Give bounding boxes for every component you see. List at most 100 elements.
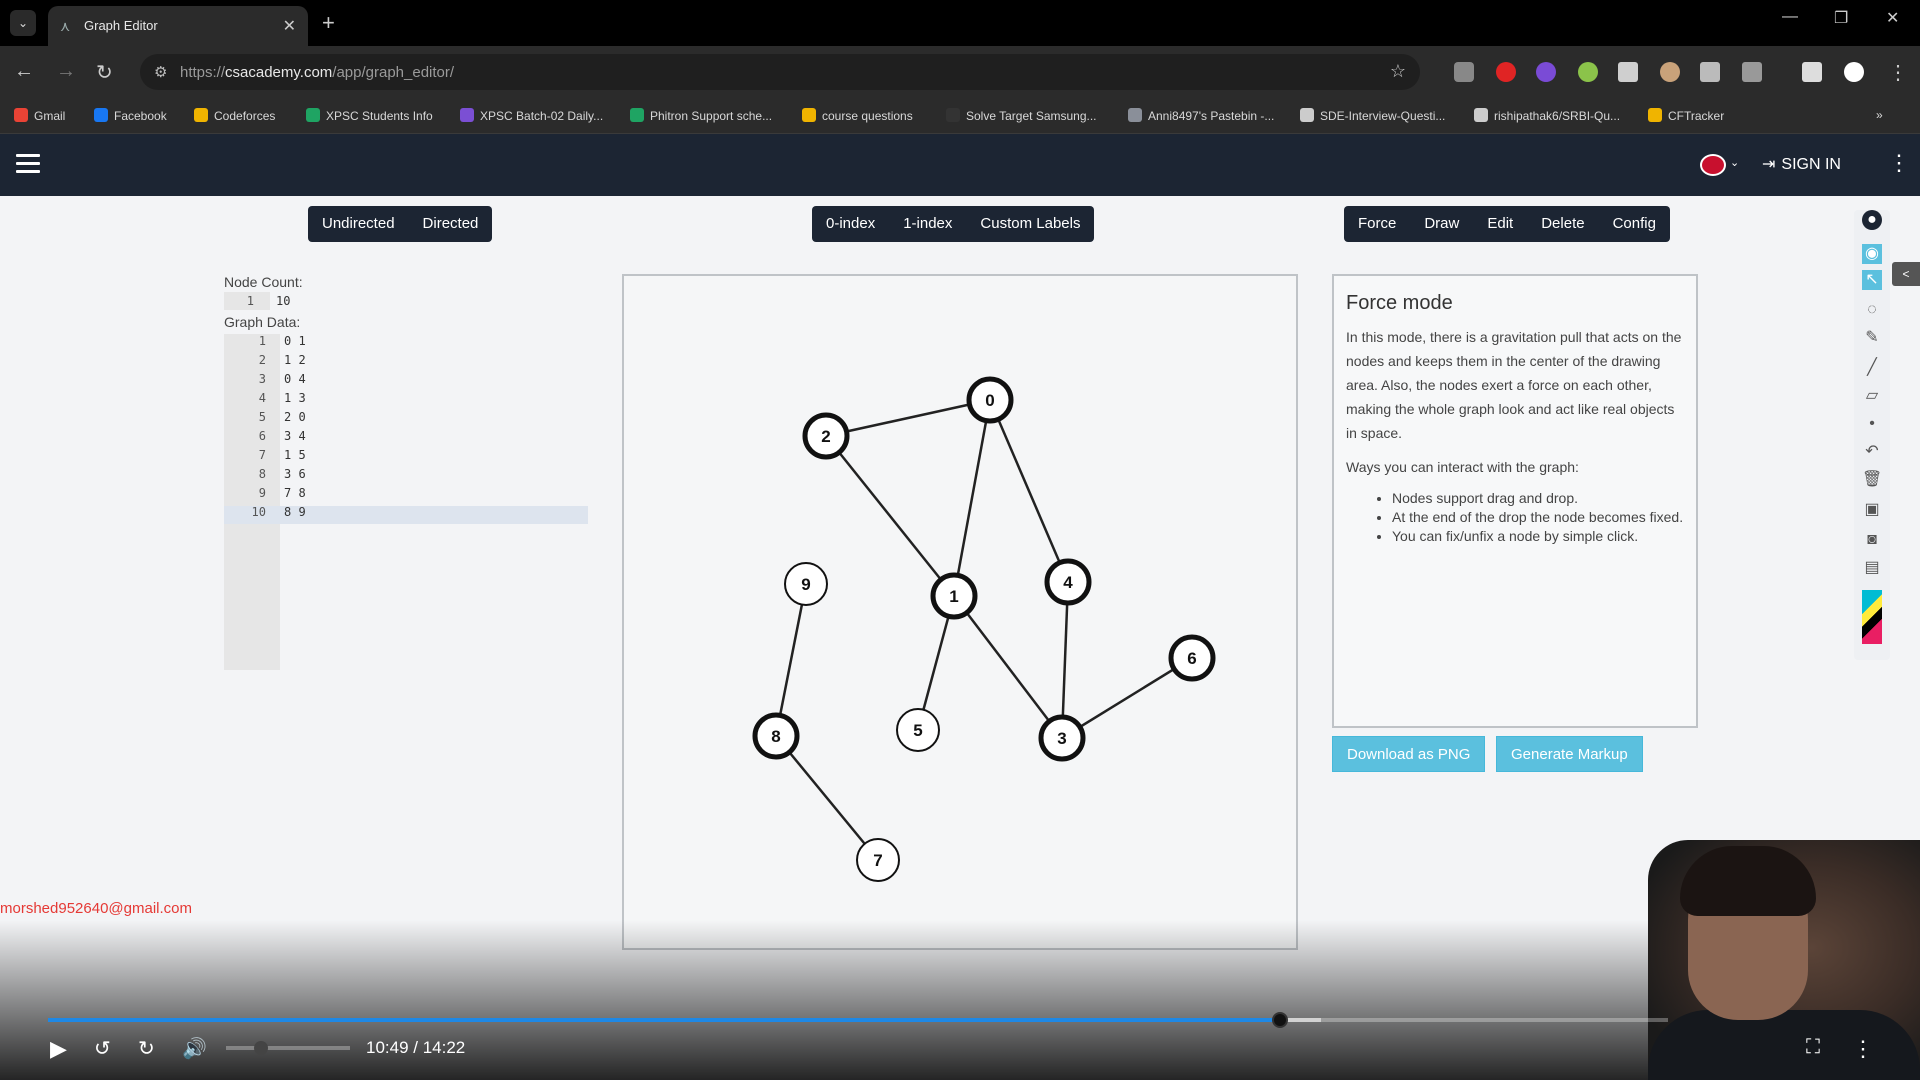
graph-svg[interactable]: 0 1 2 3 4 5 6 7 8 9 [624, 276, 1296, 948]
eye-icon[interactable]: ◉ [1862, 244, 1882, 264]
bookmark-label: Anni8497's Pastebin -... [1148, 109, 1275, 123]
edge-line: 2 0 [284, 410, 306, 424]
bookmark-favicon-icon [802, 108, 816, 122]
reload-icon[interactable]: ↻ [96, 60, 113, 85]
forward-icon[interactable]: → [56, 60, 76, 83]
edge-line: 3 6 [284, 467, 306, 481]
minimize-icon[interactable]: — [1782, 8, 1798, 26]
bookmark-item[interactable]: XPSC Students Info [306, 108, 433, 123]
bookmark-item[interactable]: Phitron Support sche... [630, 108, 772, 123]
bookmark-favicon-icon [1128, 108, 1142, 122]
browser-menu-icon[interactable]: ⋮ [1888, 60, 1908, 85]
line-icon[interactable]: ╱ [1862, 358, 1882, 378]
watermark-email: morshed952640@gmail.com [0, 900, 192, 917]
bookmark-item[interactable]: Codeforces [194, 108, 275, 123]
annotation-toolbar: ● ◉ ↖ ◌ ✎ ╱ ▱ • ↶ 🗑 ▣ ◙ ▤ [1854, 210, 1890, 660]
volume-slider[interactable] [226, 1041, 350, 1055]
video-progress-bar[interactable] [48, 1012, 1668, 1028]
bookmark-favicon-icon [1300, 108, 1314, 122]
dot-icon[interactable]: • [1862, 414, 1882, 434]
cursor-icon[interactable]: ↖ [1862, 270, 1882, 290]
tab-title: Graph Editor [84, 18, 158, 33]
line-number: 10 [251, 505, 266, 519]
graph-canvas[interactable]: 0 1 2 3 4 5 6 7 8 9 [622, 274, 1298, 950]
node-count-input[interactable]: 10 [276, 294, 290, 308]
eraser-icon[interactable]: ▱ [1862, 386, 1882, 406]
window-close-icon[interactable]: ✕ [1886, 8, 1899, 28]
screen-icon[interactable]: ▣ [1862, 500, 1882, 520]
undo-icon[interactable]: ↶ [1862, 442, 1882, 462]
custom-labels-button[interactable]: Custom Labels [966, 206, 1094, 242]
generate-markup-button[interactable]: Generate Markup [1496, 736, 1643, 772]
side-collapse-icon[interactable]: < [1892, 262, 1920, 286]
url-input[interactable]: ⚙ https://csacademy.com/app/graph_editor… [140, 54, 1420, 90]
trash-icon[interactable]: 🗑 [1862, 470, 1882, 490]
green-extension-icon[interactable] [1578, 62, 1598, 82]
bookmark-item[interactable]: rishipathak6/SRBI-Qu... [1474, 108, 1620, 123]
bookmark-item[interactable]: XPSC Batch-02 Daily... [460, 108, 603, 123]
site-menu-icon[interactable]: ⋮ [1888, 150, 1910, 176]
line-number: 1 [258, 334, 266, 348]
force-mode-button[interactable]: Force [1344, 206, 1410, 242]
play-icon[interactable]: ▶ [50, 1036, 67, 1062]
color-extension-icon[interactable] [1536, 62, 1556, 82]
delete-mode-button[interactable]: Delete [1527, 206, 1598, 242]
record-extension-icon[interactable] [1496, 62, 1516, 82]
bookmark-item[interactable]: Solve Target Samsung... [946, 108, 1097, 123]
bookmark-item[interactable]: course questions [802, 108, 913, 123]
bookmark-item[interactable]: SDE-Interview-Questi... [1300, 108, 1445, 123]
volume-slider-knob[interactable] [253, 1041, 268, 1055]
bookmark-favicon-icon [1648, 108, 1662, 122]
line-number: 3 [258, 372, 266, 386]
zero-index-button[interactable]: 0-index [812, 206, 889, 242]
hamburger-menu-icon[interactable] [16, 154, 40, 174]
language-flag-icon[interactable] [1700, 154, 1726, 176]
bookmark-item[interactable]: Anni8497's Pastebin -... [1128, 108, 1274, 123]
browser-tab[interactable]: ⋏ Graph Editor ✕ [48, 6, 308, 46]
color-palette-icon[interactable] [1862, 590, 1882, 644]
bookmark-item[interactable]: CFTracker [1648, 108, 1724, 123]
tab-close-icon[interactable]: ✕ [283, 16, 296, 36]
puzzle-extension-icon[interactable] [1742, 62, 1762, 82]
profile-avatar[interactable] [1844, 62, 1864, 82]
clipboard-icon[interactable]: ▤ [1862, 558, 1882, 578]
new-tab-icon[interactable]: + [322, 10, 335, 36]
address-bar-row: ← → ↻ ⚙ https://csacademy.com/app/graph_… [0, 46, 1920, 98]
bookmark-label: course questions [822, 109, 913, 123]
chevron-down-icon[interactable]: ⌄ [1730, 156, 1739, 169]
volume-icon[interactable]: 🔊 [182, 1036, 207, 1061]
draw-mode-button[interactable]: Draw [1410, 206, 1473, 242]
extension-icon[interactable] [1454, 62, 1474, 82]
directed-button[interactable]: Directed [409, 206, 493, 242]
tab-search-icon[interactable]: ⌄ [10, 10, 36, 36]
config-mode-button[interactable]: Config [1599, 206, 1670, 242]
bookmarks-overflow-icon[interactable]: » [1876, 108, 1883, 122]
pen-extension-icon[interactable] [1700, 62, 1720, 82]
undirected-button[interactable]: Undirected [308, 206, 409, 242]
site-info-icon[interactable]: ⚙ [154, 63, 167, 81]
download-png-button[interactable]: Download as PNG [1332, 736, 1486, 772]
cookie-extension-icon[interactable] [1660, 62, 1680, 82]
lightbulb-icon[interactable]: ● [1862, 210, 1882, 230]
highlighter-icon[interactable]: ✎ [1862, 328, 1882, 348]
forward-10-icon[interactable]: ↻ [138, 1036, 155, 1061]
bookmark-item[interactable]: Facebook [94, 108, 167, 123]
sign-in-button[interactable]: ⇥ SIGN IN [1762, 154, 1841, 174]
bookmark-label: XPSC Students Info [326, 109, 433, 123]
list-item: At the end of the drop the node becomes … [1392, 508, 1684, 527]
edge-line: 0 4 [284, 372, 306, 386]
graph-node-label: 7 [873, 851, 882, 870]
bookmark-item[interactable]: Gmail [14, 108, 65, 123]
side-panel-icon[interactable] [1802, 62, 1822, 82]
one-index-button[interactable]: 1-index [889, 206, 966, 242]
edit-mode-button[interactable]: Edit [1473, 206, 1527, 242]
exit-fullscreen-icon[interactable]: ⛶ [1806, 1036, 1820, 1059]
rewind-10-icon[interactable]: ↺ [94, 1036, 111, 1061]
video-more-icon[interactable]: ⋮ [1852, 1036, 1874, 1062]
lasso-icon[interactable]: ◌ [1862, 300, 1882, 320]
restore-icon[interactable]: ❐ [1834, 8, 1848, 28]
back-icon[interactable]: ← [14, 60, 34, 83]
bookmark-star-icon[interactable]: ☆ [1390, 61, 1406, 82]
notes-extension-icon[interactable] [1618, 62, 1638, 82]
camera-icon[interactable]: ◙ [1862, 530, 1882, 550]
